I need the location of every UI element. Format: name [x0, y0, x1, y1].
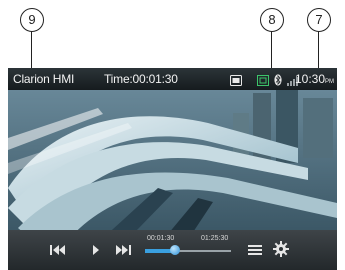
callout-7: 7 [307, 8, 331, 32]
status-bar: Clarion HMI Time:00:01:30 10:30PM [8, 68, 337, 90]
video-screen: Clarion HMI Time:00:01:30 10:30PM 00:01:… [8, 68, 337, 270]
elapsed-time: Time:00:01:30 [104, 72, 178, 86]
media-icon [230, 73, 242, 91]
list-icon [248, 245, 262, 255]
previous-track-button[interactable] [50, 243, 66, 261]
callout-9-leader [31, 31, 32, 71]
play-button[interactable] [92, 243, 100, 261]
clock: 10:30PM [295, 72, 334, 86]
screen-mode-icon [257, 73, 269, 91]
next-track-icon [116, 245, 131, 255]
playback-controls: 00:01:30 01:25:30 [8, 230, 337, 270]
bluetooth-icon [274, 73, 282, 91]
settings-button[interactable] [273, 241, 289, 262]
callout-8-number: 8 [268, 12, 276, 27]
list-button[interactable] [248, 243, 262, 261]
next-track-button[interactable] [115, 243, 131, 261]
callout-9-number: 9 [28, 12, 36, 27]
clock-suffix: PM [325, 79, 334, 85]
previous-track-icon [50, 245, 65, 255]
callout-7-number: 7 [315, 12, 323, 27]
clock-time: 10:30 [294, 72, 325, 86]
progress-knob[interactable] [170, 245, 181, 255]
play-icon [93, 245, 99, 255]
settings-gear-icon [273, 241, 289, 257]
callout-8: 8 [260, 8, 284, 32]
app-name: Clarion HMI [13, 72, 75, 86]
callout-9: 9 [20, 8, 44, 32]
current-time: 00:01:30 [147, 235, 175, 242]
total-time: 01:25:30 [201, 235, 229, 242]
